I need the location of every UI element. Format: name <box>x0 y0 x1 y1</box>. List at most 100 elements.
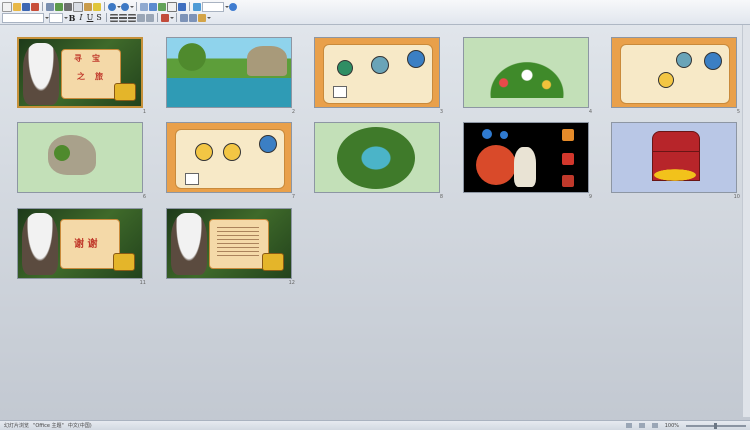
pirate-character <box>23 43 59 105</box>
separator <box>189 2 190 11</box>
tree <box>175 42 209 72</box>
title-char-2: 宝 <box>92 53 100 63</box>
slide-thumbnail-6[interactable] <box>17 122 143 193</box>
save-icon[interactable] <box>22 2 30 11</box>
separator <box>106 13 107 22</box>
insert-table-icon[interactable] <box>140 2 148 11</box>
slide-thumbnail-12[interactable] <box>166 208 292 279</box>
font-color-dropdown-icon[interactable] <box>170 14 174 22</box>
slide-number: 3 <box>439 109 443 115</box>
more-buttons-icon[interactable] <box>207 14 211 22</box>
paste-icon[interactable] <box>84 2 92 11</box>
slide-thumbnail-4[interactable] <box>463 37 589 108</box>
insert-chart-icon[interactable] <box>149 2 157 11</box>
sad-face-icon <box>223 143 241 161</box>
undo-icon[interactable] <box>108 2 116 11</box>
zoom-combo[interactable] <box>202 1 224 12</box>
italic-button[interactable]: I <box>77 13 85 22</box>
globe-icon <box>259 135 277 153</box>
new-slide-icon[interactable] <box>189 13 197 22</box>
river-oval-image <box>337 127 415 189</box>
toolbar: B I U S <box>0 0 750 25</box>
shadow-button[interactable]: S <box>95 13 103 22</box>
font-color-icon[interactable] <box>161 13 169 22</box>
insert-wordart-icon[interactable] <box>178 2 186 11</box>
insert-picture-icon[interactable] <box>158 2 166 11</box>
zoom-level: 100% <box>664 422 679 429</box>
slide-number: 8 <box>439 194 443 200</box>
slide-sorter-view-icon[interactable] <box>638 423 645 428</box>
normal-view-icon[interactable] <box>625 423 632 428</box>
parchment-scroll <box>61 49 121 99</box>
vertical-scrollbar[interactable] <box>742 25 750 417</box>
globe-icon <box>407 50 425 68</box>
cut-icon[interactable] <box>64 2 72 11</box>
open-icon[interactable] <box>13 2 21 11</box>
help-icon[interactable] <box>229 2 237 11</box>
separator <box>157 13 158 22</box>
slide-number: 11 <box>139 280 146 286</box>
slide-number: 12 <box>288 280 295 286</box>
copy-icon[interactable] <box>73 1 83 12</box>
spelling-icon[interactable] <box>55 2 63 11</box>
bold-button[interactable]: B <box>68 14 76 22</box>
chest-lid <box>652 131 700 153</box>
font-dropdown-icon[interactable] <box>45 14 49 22</box>
redo-icon[interactable] <box>121 2 129 11</box>
text-lines <box>217 227 259 257</box>
font-name-combo[interactable] <box>2 12 44 23</box>
title-char-1: 寻 <box>74 53 82 63</box>
moss <box>54 145 70 161</box>
align-right-icon[interactable] <box>128 13 136 22</box>
arrow-icon <box>185 173 199 185</box>
map-waypoint <box>337 60 353 76</box>
separator <box>42 2 43 11</box>
slide-thumbnail-9[interactable] <box>463 122 589 193</box>
slide-thumbnail-3[interactable] <box>314 37 440 108</box>
title-char-3: 之 <box>77 71 85 81</box>
slide-number: 5 <box>736 109 740 115</box>
title-char-4: 旅 <box>95 71 103 81</box>
genie-character <box>514 147 536 187</box>
flower-bush <box>488 60 566 98</box>
globe-icon <box>704 52 722 70</box>
undo-dropdown-icon[interactable] <box>117 3 121 11</box>
slide-thumbnail-7[interactable] <box>166 122 292 193</box>
new-icon[interactable] <box>2 1 12 12</box>
slide-thumbnail-8[interactable] <box>314 122 440 193</box>
magic-lamp <box>476 145 516 185</box>
print-icon[interactable] <box>31 2 39 11</box>
formatting-toolbar: B I U S <box>2 12 211 23</box>
design-icon[interactable] <box>180 13 188 22</box>
status-view: 幻灯片浏览 <box>4 423 30 429</box>
slide-show-icon[interactable] <box>198 13 206 22</box>
hyperlink-icon[interactable] <box>193 2 201 11</box>
treasure-chest <box>114 83 136 101</box>
font-size-combo[interactable] <box>49 12 63 23</box>
font-size-dropdown-icon[interactable] <box>64 14 68 22</box>
slide-number: 6 <box>142 194 146 200</box>
slide-thumbnail-10[interactable] <box>611 122 737 193</box>
slide-number: 10 <box>733 194 740 200</box>
zoom-slider[interactable] <box>686 422 746 429</box>
arrow-icon <box>333 86 347 98</box>
slide-show-view-icon[interactable] <box>651 423 658 428</box>
numbering-icon[interactable] <box>137 13 145 22</box>
cliff <box>247 46 287 76</box>
pirate-character <box>171 213 207 275</box>
zoom-dropdown-icon[interactable] <box>225 3 229 11</box>
slide-thumbnail-1[interactable]: 寻 宝 之 旅 <box>17 37 143 108</box>
format-painter-icon[interactable] <box>93 2 101 11</box>
redo-dropdown-icon[interactable] <box>130 3 134 11</box>
align-center-icon[interactable] <box>119 13 127 22</box>
status-right: 100% <box>622 422 750 429</box>
align-left-icon[interactable] <box>110 13 118 22</box>
slide-thumbnail-11[interactable]: 谢 谢 <box>17 208 143 279</box>
insert-textbox-icon[interactable] <box>167 1 177 12</box>
underline-button[interactable]: U <box>86 13 94 22</box>
slide-thumbnail-2[interactable] <box>166 37 292 108</box>
slide-thumbnail-5[interactable] <box>611 37 737 108</box>
print-preview-icon[interactable] <box>46 2 54 11</box>
bullets-icon[interactable] <box>146 13 154 22</box>
pirate-character <box>22 213 58 275</box>
